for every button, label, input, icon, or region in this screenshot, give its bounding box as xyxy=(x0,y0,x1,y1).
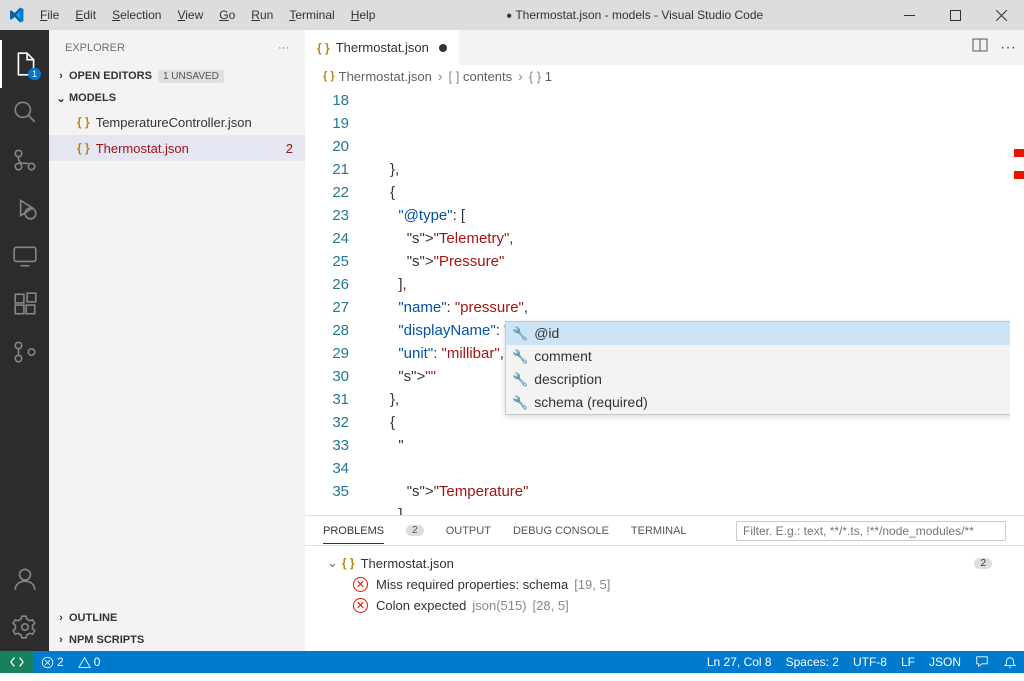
tab-terminal[interactable]: TERMINAL xyxy=(631,525,687,537)
panel-tabs: PROBLEMS 2 OUTPUT DEBUG CONSOLE TERMINAL xyxy=(305,516,1024,546)
problem-count: 2 xyxy=(286,141,293,156)
error-icon: ✕ xyxy=(353,577,368,592)
wrench-icon: 🔧 xyxy=(512,345,528,368)
status-warnings[interactable]: 0 xyxy=(71,651,108,673)
json-icon: { } xyxy=(317,41,330,55)
error-marker-icon xyxy=(1014,171,1024,179)
intellisense-popup: 🔧@id🔧comment🔧description🔧schema (require… xyxy=(505,321,1024,415)
activity-remote-icon[interactable] xyxy=(0,232,49,280)
breadcrumb[interactable]: { }Thermostat.json ›[ ] contents ›{ } 1 xyxy=(305,65,1024,87)
npm-scripts-section[interactable]: ›NPM SCRIPTS xyxy=(49,629,305,651)
activity-scm-icon[interactable] xyxy=(0,136,49,184)
window-maximize-button[interactable] xyxy=(932,0,978,30)
json-icon: { } xyxy=(77,141,90,155)
intellisense-item[interactable]: 🔧description xyxy=(506,368,1024,391)
activity-extensions-icon[interactable] xyxy=(0,280,49,328)
problem-row[interactable]: ✕ Colon expectedjson(515)[28, 5] xyxy=(305,595,1024,616)
editor-tab[interactable]: { } Thermostat.json xyxy=(305,30,460,65)
tab-output[interactable]: OUTPUT xyxy=(446,525,491,537)
wrench-icon: 🔧 xyxy=(512,322,528,345)
json-icon: { } xyxy=(323,70,335,82)
activity-debug-icon[interactable] xyxy=(0,184,49,232)
chevron-down-icon: ⌄ xyxy=(327,555,338,571)
menu-help[interactable]: Help xyxy=(343,0,384,30)
wrench-icon: 🔧 xyxy=(512,368,528,391)
status-cursor-position[interactable]: Ln 27, Col 8 xyxy=(700,651,779,673)
intellisense-item[interactable]: 🔧schema (required) xyxy=(506,391,1024,414)
json-icon: { } xyxy=(342,556,355,570)
menu-edit[interactable]: Edit xyxy=(67,0,104,30)
line-number-gutter: 181920212223242526272829303132333435 xyxy=(305,87,365,515)
explorer-badge: 1 xyxy=(28,68,41,80)
status-spaces[interactable]: Spaces: 2 xyxy=(779,651,846,673)
tab-debug-console[interactable]: DEBUG CONSOLE xyxy=(513,525,609,537)
problems-list: ⌄ { } Thermostat.json 2 ✕ Miss required … xyxy=(305,546,1024,622)
menu-terminal[interactable]: Terminal xyxy=(281,0,342,30)
wrench-icon: 🔧 xyxy=(512,391,528,414)
modified-dot-icon xyxy=(439,44,447,52)
split-editor-icon[interactable] xyxy=(972,37,988,58)
outline-section[interactable]: ›OUTLINE xyxy=(49,607,305,629)
editor: { } Thermostat.json ··· { }Thermostat.js… xyxy=(305,30,1024,651)
bottom-panel: PROBLEMS 2 OUTPUT DEBUG CONSOLE TERMINAL… xyxy=(305,515,1024,651)
status-errors[interactable]: 2 xyxy=(34,651,71,673)
file-problem-count: 2 xyxy=(974,558,992,569)
menu-selection[interactable]: Selection xyxy=(104,0,169,30)
menu-run[interactable]: Run xyxy=(243,0,281,30)
remote-indicator[interactable] xyxy=(0,651,34,673)
more-icon[interactable]: ··· xyxy=(278,42,289,54)
explorer-sidebar: EXPLORER··· ›OPEN EDITORS1 UNSAVED ⌄MODE… xyxy=(49,30,305,651)
explorer-header: EXPLORER··· xyxy=(49,30,305,65)
menu-go[interactable]: Go xyxy=(211,0,243,30)
json-icon: { } xyxy=(77,115,90,129)
unsaved-badge: 1 UNSAVED xyxy=(158,70,224,83)
intellisense-item[interactable]: 🔧@id xyxy=(506,322,1024,345)
activity-bar: 1 xyxy=(0,30,49,651)
window-minimize-button[interactable] xyxy=(886,0,932,30)
error-marker-icon xyxy=(1014,149,1024,157)
status-language[interactable]: JSON xyxy=(922,651,968,673)
file-row[interactable]: { }TemperatureController.json xyxy=(49,109,305,135)
tab-problems[interactable]: PROBLEMS xyxy=(323,525,384,544)
error-icon: ✕ xyxy=(353,598,368,613)
file-row[interactable]: { }Thermostat.json2 xyxy=(49,135,305,161)
vscode-logo-icon xyxy=(8,7,24,23)
problems-count-badge: 2 xyxy=(406,525,424,536)
folder-section[interactable]: ⌄MODELS xyxy=(49,87,305,109)
problems-file-row[interactable]: ⌄ { } Thermostat.json 2 xyxy=(305,552,1024,574)
menu-view[interactable]: View xyxy=(169,0,211,30)
code-editor[interactable]: 181920212223242526272829303132333435 }, … xyxy=(305,87,1024,515)
tab-bar: { } Thermostat.json ··· xyxy=(305,30,1024,65)
title-bar: File Edit Selection View Go Run Terminal… xyxy=(0,0,1024,30)
menu-file[interactable]: File xyxy=(32,0,67,30)
activity-account-icon[interactable] xyxy=(0,555,49,603)
problems-filter-input[interactable] xyxy=(736,521,1006,541)
more-icon[interactable]: ··· xyxy=(1000,39,1016,57)
status-bar: 2 0 Ln 27, Col 8 Spaces: 2 UTF-8 LF JSON xyxy=(0,651,1024,673)
intellisense-item[interactable]: 🔧comment xyxy=(506,345,1024,368)
status-bell-icon[interactable] xyxy=(996,651,1024,673)
open-editors-section[interactable]: ›OPEN EDITORS1 UNSAVED xyxy=(49,65,305,87)
activity-custom-icon[interactable] xyxy=(0,328,49,376)
status-feedback-icon[interactable] xyxy=(968,651,996,673)
status-encoding[interactable]: UTF-8 xyxy=(846,651,894,673)
status-eol[interactable]: LF xyxy=(894,651,922,673)
problem-row[interactable]: ✕ Miss required properties: schema[19, 5… xyxy=(305,574,1024,595)
activity-explorer-icon[interactable]: 1 xyxy=(0,40,49,88)
window-title: ● Thermostat.json - models - Visual Stud… xyxy=(383,8,886,22)
window-close-button[interactable] xyxy=(978,0,1024,30)
minimap[interactable] xyxy=(1010,87,1024,515)
activity-search-icon[interactable] xyxy=(0,88,49,136)
activity-settings-icon[interactable] xyxy=(0,603,49,651)
